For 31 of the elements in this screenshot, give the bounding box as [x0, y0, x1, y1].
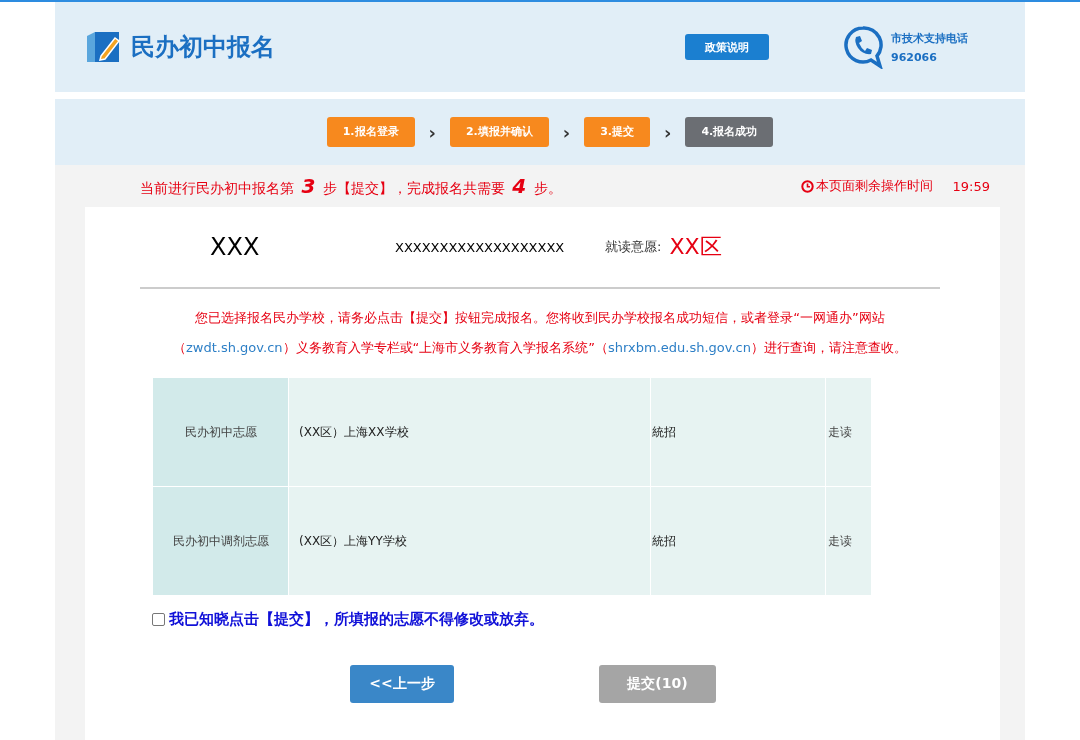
previous-button[interactable]: <<上一步 — [350, 665, 454, 703]
support-label: 市技术支持电话 — [891, 30, 968, 46]
table-cell: 統招 — [650, 486, 826, 596]
table-cell: (XX区）上海XX学校 — [288, 377, 651, 487]
intent-label: 就读意愿: — [605, 238, 662, 256]
timer-value: 19:59 — [952, 178, 990, 194]
website-link[interactable]: shrxbm.edu.sh.gov.cn — [608, 340, 751, 355]
app-title: 民办初中报名 — [131, 32, 275, 63]
agreement-checkbox[interactable] — [152, 613, 165, 626]
table-cell: 民办初中调剂志愿 — [152, 486, 289, 596]
table-cell: (XX区）上海YY学校 — [288, 486, 651, 596]
applicant-name: XXX — [210, 233, 261, 261]
table-cell: 統招 — [650, 377, 826, 487]
intent-value: XX区 — [669, 233, 722, 261]
timer-label: 本页面剩余操作时间 — [815, 177, 933, 195]
website-link[interactable]: zwdt.sh.gov.cn — [186, 340, 283, 355]
policy-button[interactable]: 政策说明 — [685, 34, 769, 60]
table-cell: 走读 — [825, 486, 872, 596]
progress-text: 当前进行民办初中报名第 3 步【提交】，完成报名共需要 4 步。 — [140, 174, 562, 198]
table-cell: 民办初中志愿 — [152, 377, 289, 487]
step-arrow: › — [562, 121, 571, 143]
agreement-text: 我已知晓点击【提交】，所填报的志愿不得修改或放弃。 — [169, 610, 544, 629]
phone-chat-icon — [843, 25, 883, 69]
book-pencil-icon — [85, 30, 121, 64]
table-cell: 走读 — [825, 377, 872, 487]
notice-text: 您已选择报名民办学校，请务必点击【提交】按钮完成报名。您将收到民办学校报名成功短信，或者登录“一网通办”网站 （zwdt.sh.gov.cn）义务教育入学专栏或“上海市义务教育入学报名系统”（shrxbm.edu.sh.gov.cn）进行查询，请注意查收。 — [172, 309, 908, 357]
clock-icon — [800, 179, 814, 193]
step-arrow: › — [664, 121, 672, 143]
support-phone: 962066 — [891, 50, 938, 64]
step-arrow: › — [428, 121, 436, 143]
id-number: XXXXXXXXXXXXXXXXXXX — [395, 239, 566, 255]
